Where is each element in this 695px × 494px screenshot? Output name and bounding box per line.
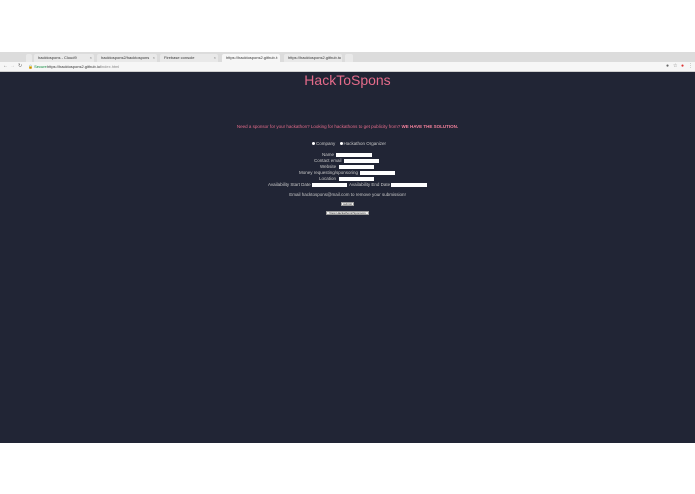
url-field[interactable]: https://hacktospons2.github.io/index.htm… <box>47 63 119 70</box>
organizer-radio-label: Hackathon Organizer <box>343 141 387 146</box>
tab-active-site[interactable]: https://hacktospons2.github.i × <box>222 54 280 62</box>
close-icon[interactable]: × <box>90 54 92 62</box>
end-date-input[interactable] <box>391 183 427 187</box>
start-date-label: Availability Start Date <box>268 182 311 187</box>
start-date-input[interactable] <box>312 183 347 187</box>
new-tab-button[interactable] <box>345 54 353 62</box>
location-label: Location <box>319 176 337 181</box>
end-date-label: Availability End Date <box>349 182 391 187</box>
pinned-tab[interactable] <box>26 54 32 62</box>
tab-github[interactable]: hacktospons2/hacktospons × <box>97 54 157 62</box>
removal-note: Email hacktospons@mail.com to remove you… <box>289 192 406 197</box>
name-label: Name <box>322 152 335 157</box>
close-icon[interactable]: × <box>153 54 155 62</box>
tab-cloud9[interactable]: hacktospons - Cloud9 × <box>34 54 94 62</box>
submit-button[interactable]: submit <box>341 202 354 206</box>
role-radio-group: Company Hackathon Organizer <box>0 141 695 146</box>
profile-icon[interactable]: ● <box>681 63 684 70</box>
close-icon[interactable]: × <box>338 54 340 62</box>
close-icon[interactable]: × <box>276 54 278 62</box>
tab-firebase[interactable]: Firebase console × <box>160 54 218 62</box>
website-label: Website <box>320 164 337 169</box>
money-label: Money requesting/sponsoring <box>299 170 359 175</box>
email-label: Contact email <box>314 158 342 163</box>
extension-icon[interactable]: ● <box>666 63 669 70</box>
website-input[interactable] <box>339 165 374 169</box>
tagline: Need a sponsor for your hackathon? Looki… <box>236 124 459 129</box>
close-icon[interactable]: × <box>214 54 216 62</box>
company-radio[interactable] <box>311 142 315 146</box>
money-input[interactable] <box>360 171 395 175</box>
forward-icon[interactable]: → <box>10 63 15 70</box>
email-input[interactable] <box>344 159 379 163</box>
menu-icon[interactable]: ⋮ <box>688 63 693 70</box>
location-input[interactable] <box>339 177 374 181</box>
name-input[interactable] <box>336 153 372 157</box>
star-icon[interactable]: ☆ <box>673 63 677 70</box>
tab-site[interactable]: https://hacktospons2.github.io × <box>284 54 342 62</box>
secure-lock-label[interactable]: 🔒 Secure <box>28 63 47 70</box>
view-hackathons-sponsors-button[interactable]: View Hackathons/Sponsors <box>326 211 369 215</box>
organizer-radio[interactable] <box>339 142 343 146</box>
back-icon[interactable]: ← <box>3 63 8 70</box>
page-title: HackToSpons <box>304 72 391 88</box>
company-radio-label: Company <box>315 141 336 146</box>
reload-icon[interactable]: ↻ <box>18 63 22 70</box>
